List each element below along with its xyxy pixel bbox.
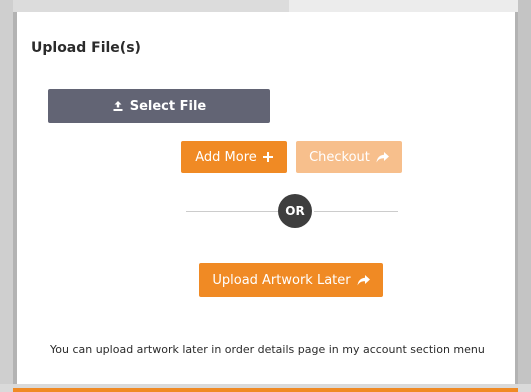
select-file-button[interactable]: Select File [48,89,270,123]
bottom-accent-bar [13,388,518,392]
upload-icon [112,100,124,112]
background-right-strip [518,0,531,392]
or-badge: OR [278,194,312,228]
or-divider-left [186,211,278,212]
upload-heading: Upload File(s) [31,40,141,56]
background-left-strip [0,0,13,392]
checkout-label: Checkout [309,149,370,165]
upload-panel [17,12,515,384]
share-arrow-icon [376,151,389,163]
upload-artwork-later-button[interactable]: Upload Artwork Later [199,263,383,297]
add-more-label: Add More [195,149,257,165]
background-top-left [0,0,289,12]
select-file-label: Select File [129,98,207,114]
upload-later-note: You can upload artwork later in order de… [50,343,485,356]
or-divider-right [314,211,398,212]
plus-icon [262,152,273,162]
upload-later-label: Upload Artwork Later [212,272,351,288]
checkout-button[interactable]: Checkout [296,141,402,173]
background-top-right [289,0,531,12]
share-arrow-icon [357,274,370,286]
add-more-button[interactable]: Add More [181,141,287,173]
